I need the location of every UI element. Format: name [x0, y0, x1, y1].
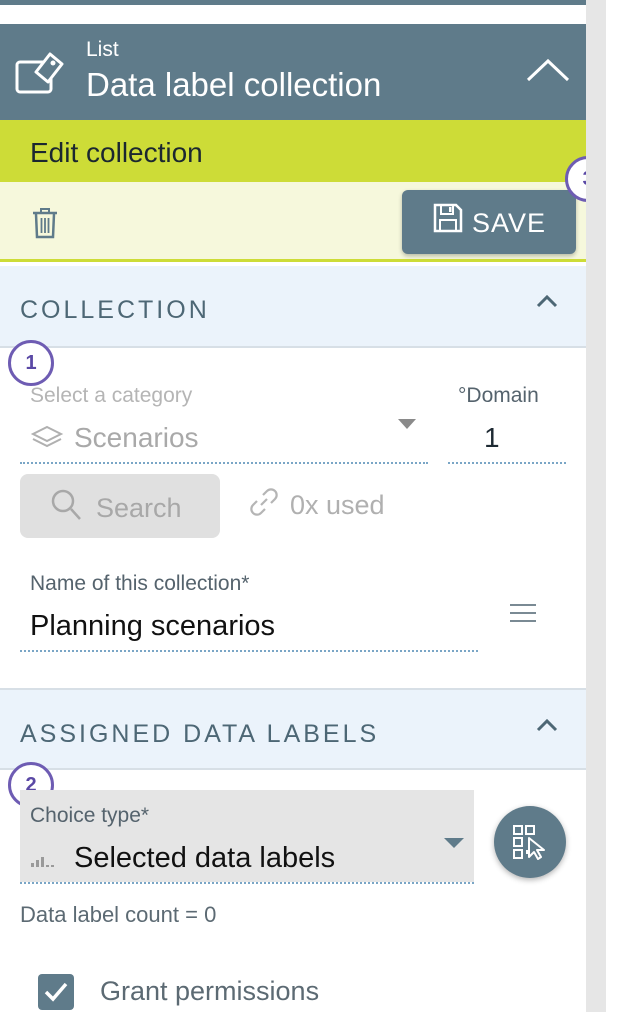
category-value: Scenarios — [74, 422, 199, 453]
collection-name-value[interactable]: Planning scenarios — [30, 610, 275, 643]
domain-value[interactable]: 1 — [484, 422, 500, 454]
choice-type-underline — [20, 882, 474, 884]
dropdown-arrow-icon[interactable] — [396, 418, 418, 430]
step-badge-1: 1 — [8, 340, 54, 386]
collection-name-label: Name of this collection* — [30, 572, 250, 595]
search-icon — [51, 489, 81, 520]
choice-type-label: Choice type* — [30, 804, 150, 827]
header-subtitle: List — [86, 38, 119, 61]
tag-icon — [15, 52, 64, 94]
panel-header: List Data label collection — [0, 24, 586, 120]
page-title: Data label collection — [86, 66, 382, 103]
qr-cursor-icon — [513, 825, 545, 860]
collapse-chevron-up-icon[interactable] — [524, 56, 572, 84]
used-count: 0x used — [290, 490, 385, 520]
top-strip — [0, 0, 586, 22]
collection-name-input[interactable] — [20, 650, 478, 652]
assigned-section-header[interactable]: ASSIGNED DATA LABELS — [0, 688, 586, 770]
menu-icon[interactable] — [508, 602, 538, 624]
edit-collection-bar: Edit collection — [0, 120, 586, 182]
domain-input[interactable] — [448, 462, 566, 464]
link-icon — [250, 488, 278, 516]
trash-icon[interactable] — [30, 206, 60, 240]
domain-label: °Domain — [458, 384, 539, 407]
collection-heading: COLLECTION — [20, 296, 210, 324]
bar-chart-icon — [31, 857, 54, 867]
top-divider — [0, 0, 586, 5]
category-label: Select a category — [30, 384, 193, 407]
select-labels-button[interactable] — [494, 806, 566, 878]
floppy-icon — [433, 203, 463, 233]
category-select[interactable] — [20, 462, 428, 464]
collection-section-header[interactable]: COLLECTION — [0, 266, 586, 348]
save-label: SAVE — [472, 208, 547, 238]
save-button[interactable]: SAVE — [402, 190, 576, 254]
search-label: Search — [96, 493, 182, 523]
collapse-chevron-up-icon[interactable] — [536, 294, 558, 308]
edit-collection-label: Edit collection — [30, 137, 203, 168]
checkmark-icon — [44, 982, 68, 1002]
action-bar: SAVE — [0, 182, 586, 262]
assigned-heading: ASSIGNED DATA LABELS — [20, 720, 380, 748]
choice-type-value: Selected data labels — [74, 842, 336, 874]
right-gutter — [606, 0, 634, 1012]
collapse-chevron-up-icon[interactable] — [536, 718, 558, 732]
scrollbar-track[interactable] — [586, 0, 606, 1012]
layers-icon — [30, 425, 64, 448]
data-label-count: Data label count = 0 — [20, 902, 217, 927]
grant-permissions-checkbox[interactable] — [38, 974, 74, 1010]
search-button[interactable]: Search — [20, 474, 220, 538]
grant-permissions-label[interactable]: Grant permissions — [100, 976, 319, 1007]
dropdown-arrow-icon[interactable] — [442, 836, 466, 850]
